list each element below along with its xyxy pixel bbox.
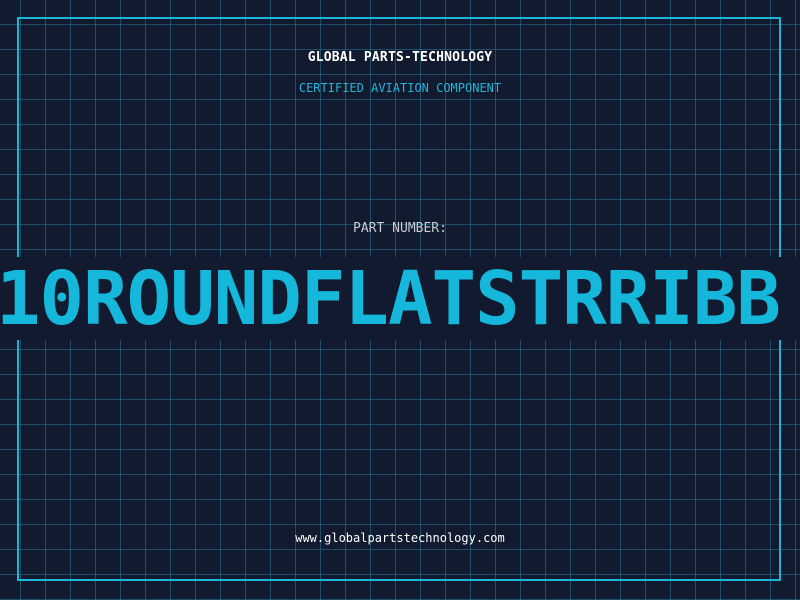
part-number-label: PART NUMBER: <box>353 221 447 236</box>
part-number-value: 10ROUNDFLATSTRRIBB <box>0 257 781 340</box>
website-url: www.globalpartstechnology.com <box>295 531 505 545</box>
certificate-card: GLOBAL PARTS-TECHNOLOGY CERTIFIED AVIATI… <box>0 0 800 600</box>
part-number-band: 10ROUNDFLATSTRRIBB <box>0 257 800 340</box>
company-name: GLOBAL PARTS-TECHNOLOGY <box>307 50 493 65</box>
certification-tagline: CERTIFIED AVIATION COMPONENT <box>298 81 502 95</box>
